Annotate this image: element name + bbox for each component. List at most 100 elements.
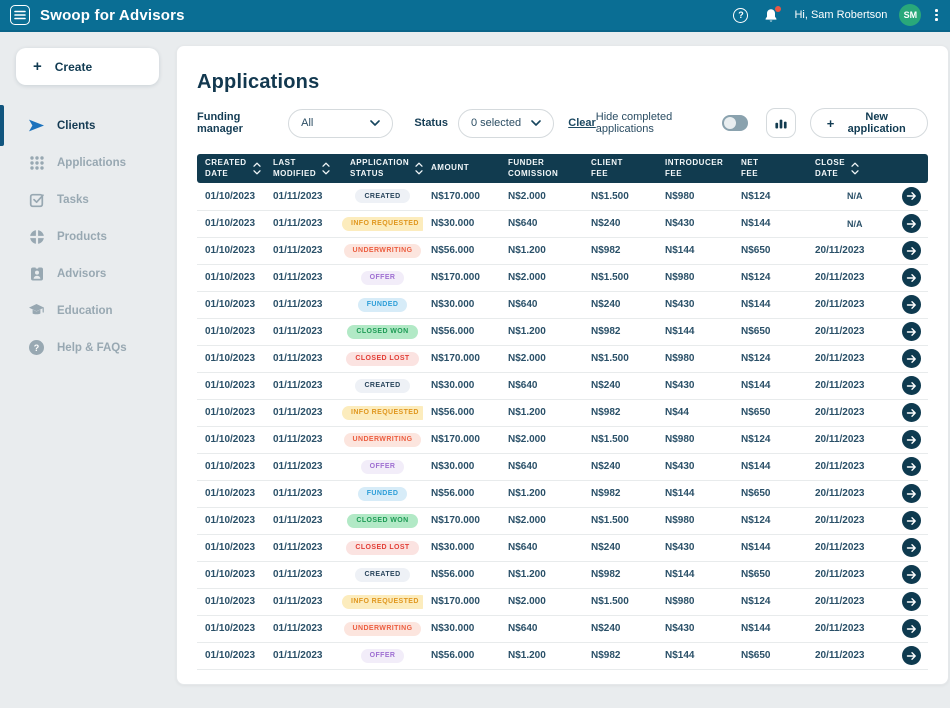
table-row: 01/10/2023 01/11/2023 CLOSED WON N$170.0…	[197, 507, 928, 534]
row-open-button[interactable]	[902, 484, 921, 503]
cell-amount: N$56.000	[423, 237, 500, 264]
row-open-button[interactable]	[902, 322, 921, 341]
cell-application-status: FUNDED	[342, 291, 423, 318]
cell-open	[882, 399, 928, 426]
status-badge: INFO REQUESTED	[342, 595, 423, 609]
menu-icon[interactable]	[10, 5, 30, 25]
row-open-button[interactable]	[902, 592, 921, 611]
sidebar-item-applications[interactable]: Applications	[0, 144, 176, 181]
cell-open	[882, 183, 928, 210]
sidebar-item-tasks[interactable]: Tasks	[0, 181, 176, 218]
cell-client-fee: N$240	[583, 615, 657, 642]
cell-introducer-fee: N$980	[657, 588, 733, 615]
status-select[interactable]: 0 selected	[458, 109, 554, 138]
sidebar-item-label: Applications	[57, 157, 126, 169]
page-title: Applications	[197, 71, 928, 94]
table-row: 01/10/2023 01/11/2023 UNDERWRITING N$30.…	[197, 615, 928, 642]
row-open-button[interactable]	[902, 457, 921, 476]
notifications-bell-icon[interactable]	[764, 8, 778, 23]
status-badge: CLOSED LOST	[346, 541, 418, 555]
new-application-button[interactable]: + New application	[810, 108, 928, 138]
arrow-right-icon	[906, 516, 917, 526]
graduation-cap-icon	[28, 302, 45, 319]
sidebar: + Create Clients Appl	[0, 32, 176, 706]
column-label: LASTMODIFIED	[273, 158, 316, 180]
cell-amount: N$30.000	[423, 291, 500, 318]
create-button[interactable]: + Create	[16, 48, 159, 85]
row-open-button[interactable]	[902, 295, 921, 314]
cell-introducer-fee: N$144	[657, 642, 733, 669]
row-open-button[interactable]	[902, 403, 921, 422]
more-kebab-icon[interactable]	[933, 7, 940, 23]
column-header[interactable]: APPLICATIONSTATUS	[342, 154, 423, 183]
cell-application-status: OFFER	[342, 642, 423, 669]
row-open-button[interactable]	[902, 430, 921, 449]
table-row: 01/10/2023 01/11/2023 OFFER N$170.000 N$…	[197, 264, 928, 291]
arrow-right-icon	[906, 381, 917, 391]
sort-icon[interactable]	[253, 162, 261, 175]
sidebar-item-clients[interactable]: Clients	[0, 107, 176, 144]
cell-close-date: 20/11/2023	[807, 453, 882, 480]
cell-funder-commission: N$1.200	[500, 561, 583, 588]
top-bar: Swoop for Advisors ? Hi, Sam Robertson S…	[0, 0, 950, 32]
cell-net-fee: N$124	[733, 507, 807, 534]
row-open-button[interactable]	[902, 538, 921, 557]
arrow-right-icon	[906, 273, 917, 283]
row-open-button[interactable]	[902, 619, 921, 638]
row-open-button[interactable]	[902, 511, 921, 530]
cell-application-status: FUNDED	[342, 480, 423, 507]
toggle-knob	[724, 117, 736, 129]
cell-open	[882, 345, 928, 372]
row-open-button[interactable]	[902, 646, 921, 665]
cell-net-fee: N$650	[733, 561, 807, 588]
cell-introducer-fee: N$980	[657, 264, 733, 291]
avatar[interactable]: SM	[899, 4, 921, 26]
cell-last-modified: 01/11/2023	[265, 210, 342, 237]
cell-last-modified: 01/11/2023	[265, 291, 342, 318]
column-header: INTRODUCERFEE	[657, 154, 733, 183]
status-badge: OFFER	[361, 649, 405, 663]
column-header[interactable]: CREATEDDATE	[197, 154, 265, 183]
sidebar-item-products[interactable]: Products	[0, 218, 176, 255]
sidebar-item-help-faqs[interactable]: ? Help & FAQs	[0, 329, 176, 366]
cell-introducer-fee: N$430	[657, 210, 733, 237]
sidebar-item-advisors[interactable]: Advisors	[0, 255, 176, 292]
table-row: 01/10/2023 01/11/2023 INFO REQUESTED N$3…	[197, 210, 928, 237]
status-badge: INFO REQUESTED	[342, 406, 423, 420]
cell-introducer-fee: N$44	[657, 399, 733, 426]
cell-client-fee: N$240	[583, 453, 657, 480]
clear-filters-link[interactable]: Clear	[568, 117, 596, 129]
funding-manager-select[interactable]: All	[288, 109, 393, 138]
table-row: 01/10/2023 01/11/2023 CLOSED LOST N$30.0…	[197, 534, 928, 561]
sidebar-item-education[interactable]: Education	[0, 292, 176, 329]
row-open-button[interactable]	[902, 376, 921, 395]
cell-last-modified: 01/11/2023	[265, 507, 342, 534]
row-open-button[interactable]	[902, 214, 921, 233]
new-application-label: New application	[842, 111, 911, 135]
cell-funder-commission: N$2.000	[500, 183, 583, 210]
row-open-button[interactable]	[902, 268, 921, 287]
sort-icon[interactable]	[322, 162, 330, 175]
sort-icon[interactable]	[851, 162, 859, 175]
cell-last-modified: 01/11/2023	[265, 426, 342, 453]
status-badge: FUNDED	[358, 298, 408, 312]
status-value: 0 selected	[471, 117, 521, 129]
bar-chart-icon[interactable]	[766, 108, 796, 138]
row-open-button[interactable]	[902, 187, 921, 206]
cell-application-status: OFFER	[342, 453, 423, 480]
user-greeting: Hi, Sam Robertson	[794, 9, 887, 21]
column-header[interactable]: LASTMODIFIED	[265, 154, 342, 183]
column-header[interactable]: CLOSEDATE	[807, 154, 882, 183]
cell-funder-commission: N$640	[500, 453, 583, 480]
help-icon[interactable]: ?	[733, 8, 748, 23]
cell-introducer-fee: N$430	[657, 291, 733, 318]
row-open-button[interactable]	[902, 349, 921, 368]
hide-completed-toggle[interactable]	[722, 115, 747, 131]
sort-icon[interactable]	[415, 162, 423, 175]
cell-funder-commission: N$640	[500, 291, 583, 318]
row-open-button[interactable]	[902, 241, 921, 260]
cell-client-fee: N$240	[583, 291, 657, 318]
cell-close-date: 20/11/2023	[807, 264, 882, 291]
cell-application-status: INFO REQUESTED	[342, 210, 423, 237]
row-open-button[interactable]	[902, 565, 921, 584]
